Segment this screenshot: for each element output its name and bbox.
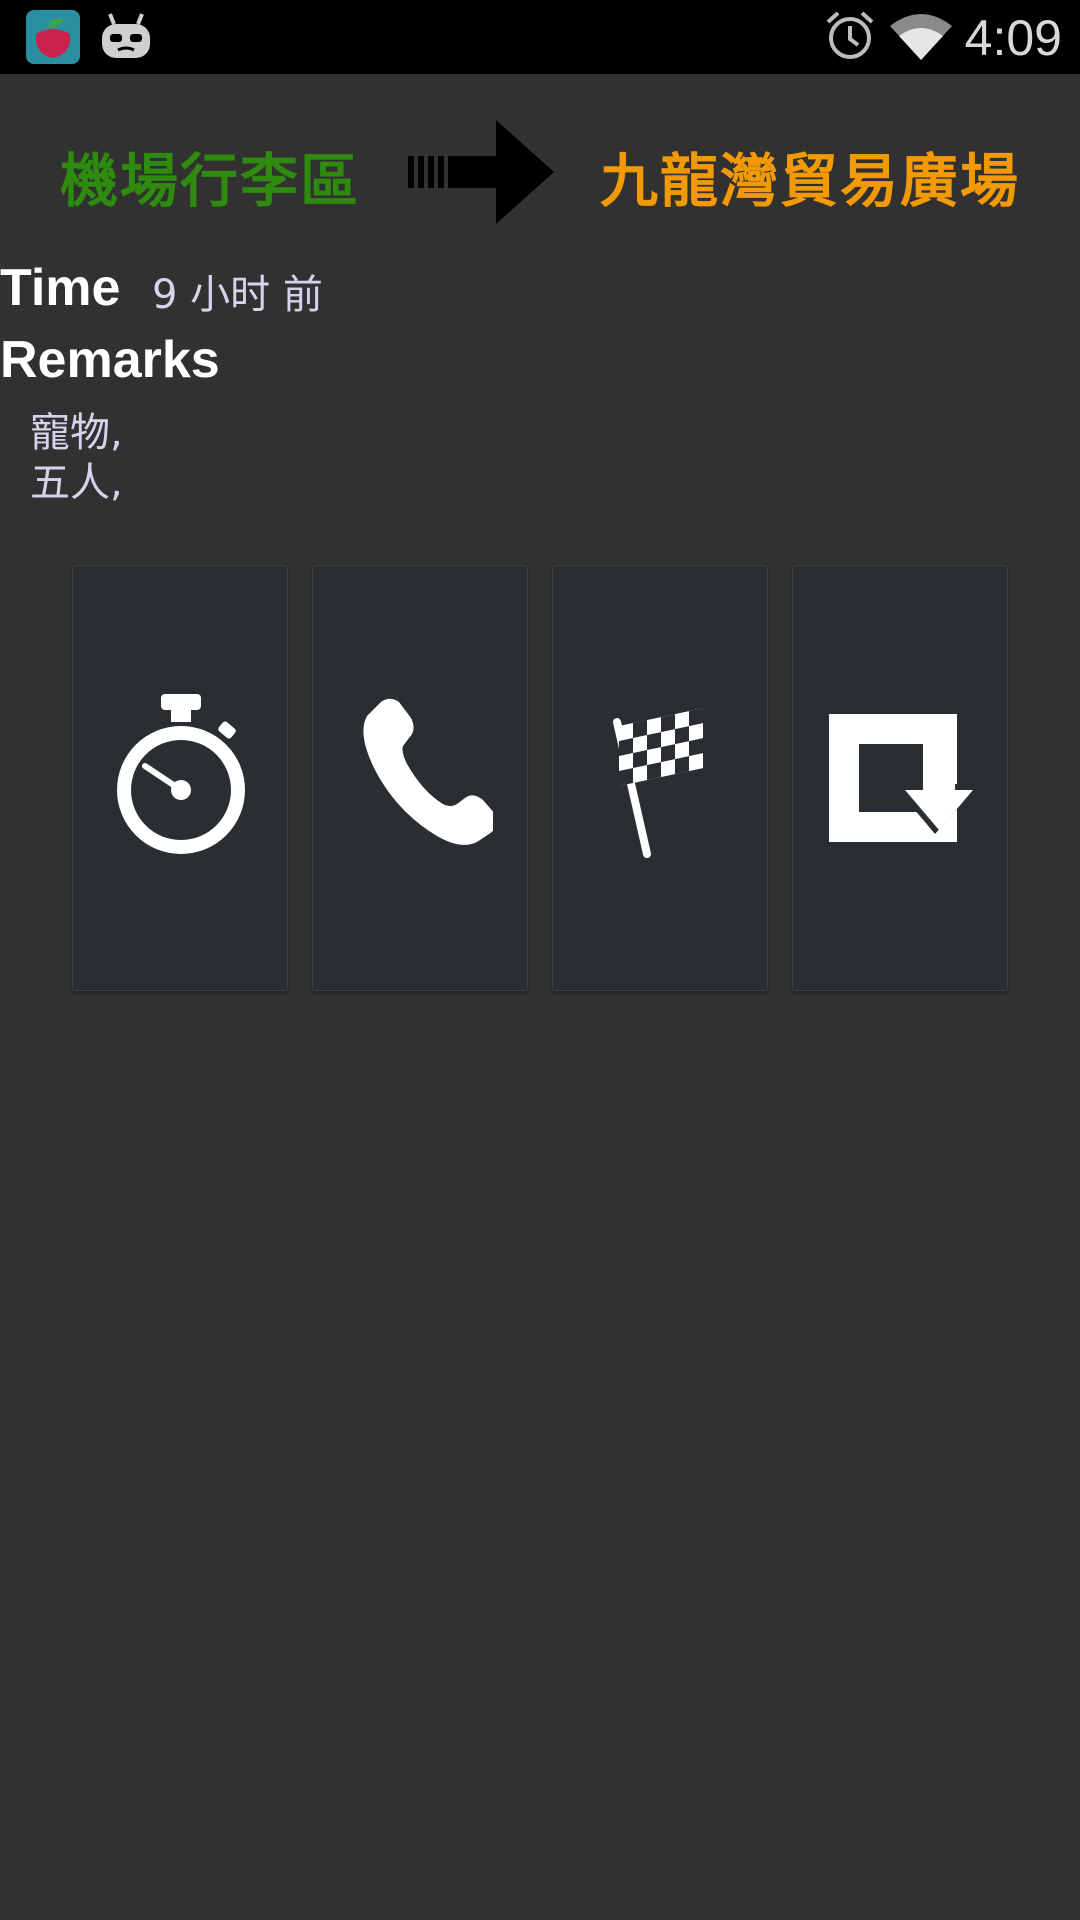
stopwatch-icon: [117, 694, 245, 854]
timer-button[interactable]: [72, 565, 288, 991]
call-button[interactable]: [312, 565, 528, 991]
wifi-icon: [890, 14, 952, 64]
accept-button[interactable]: [792, 565, 1008, 991]
download-box-icon: [829, 714, 979, 842]
route-header: 機場行李區 九龍灣貿易廣場: [0, 74, 1080, 274]
alarm-clock-icon: [824, 10, 876, 66]
phone-icon: [363, 698, 493, 845]
app-launcher-icon[interactable]: [26, 10, 80, 64]
right-arrow-icon: [408, 120, 556, 228]
time-value: 9 小时 前: [152, 272, 323, 318]
status-clock: 4:09: [964, 10, 1062, 66]
status-bar: 4:09: [0, 0, 1080, 74]
pickup-location: 機場行李區: [60, 147, 361, 215]
finish-button[interactable]: [552, 565, 768, 991]
dropoff-location: 九龍灣貿易廣場: [600, 147, 1021, 215]
time-label: Time: [0, 259, 121, 317]
remark-item: 五人,: [30, 460, 123, 506]
android-robot-icon[interactable]: [98, 10, 152, 64]
checkered-flag-icon: [613, 708, 703, 858]
remarks-label: Remarks: [0, 331, 220, 389]
